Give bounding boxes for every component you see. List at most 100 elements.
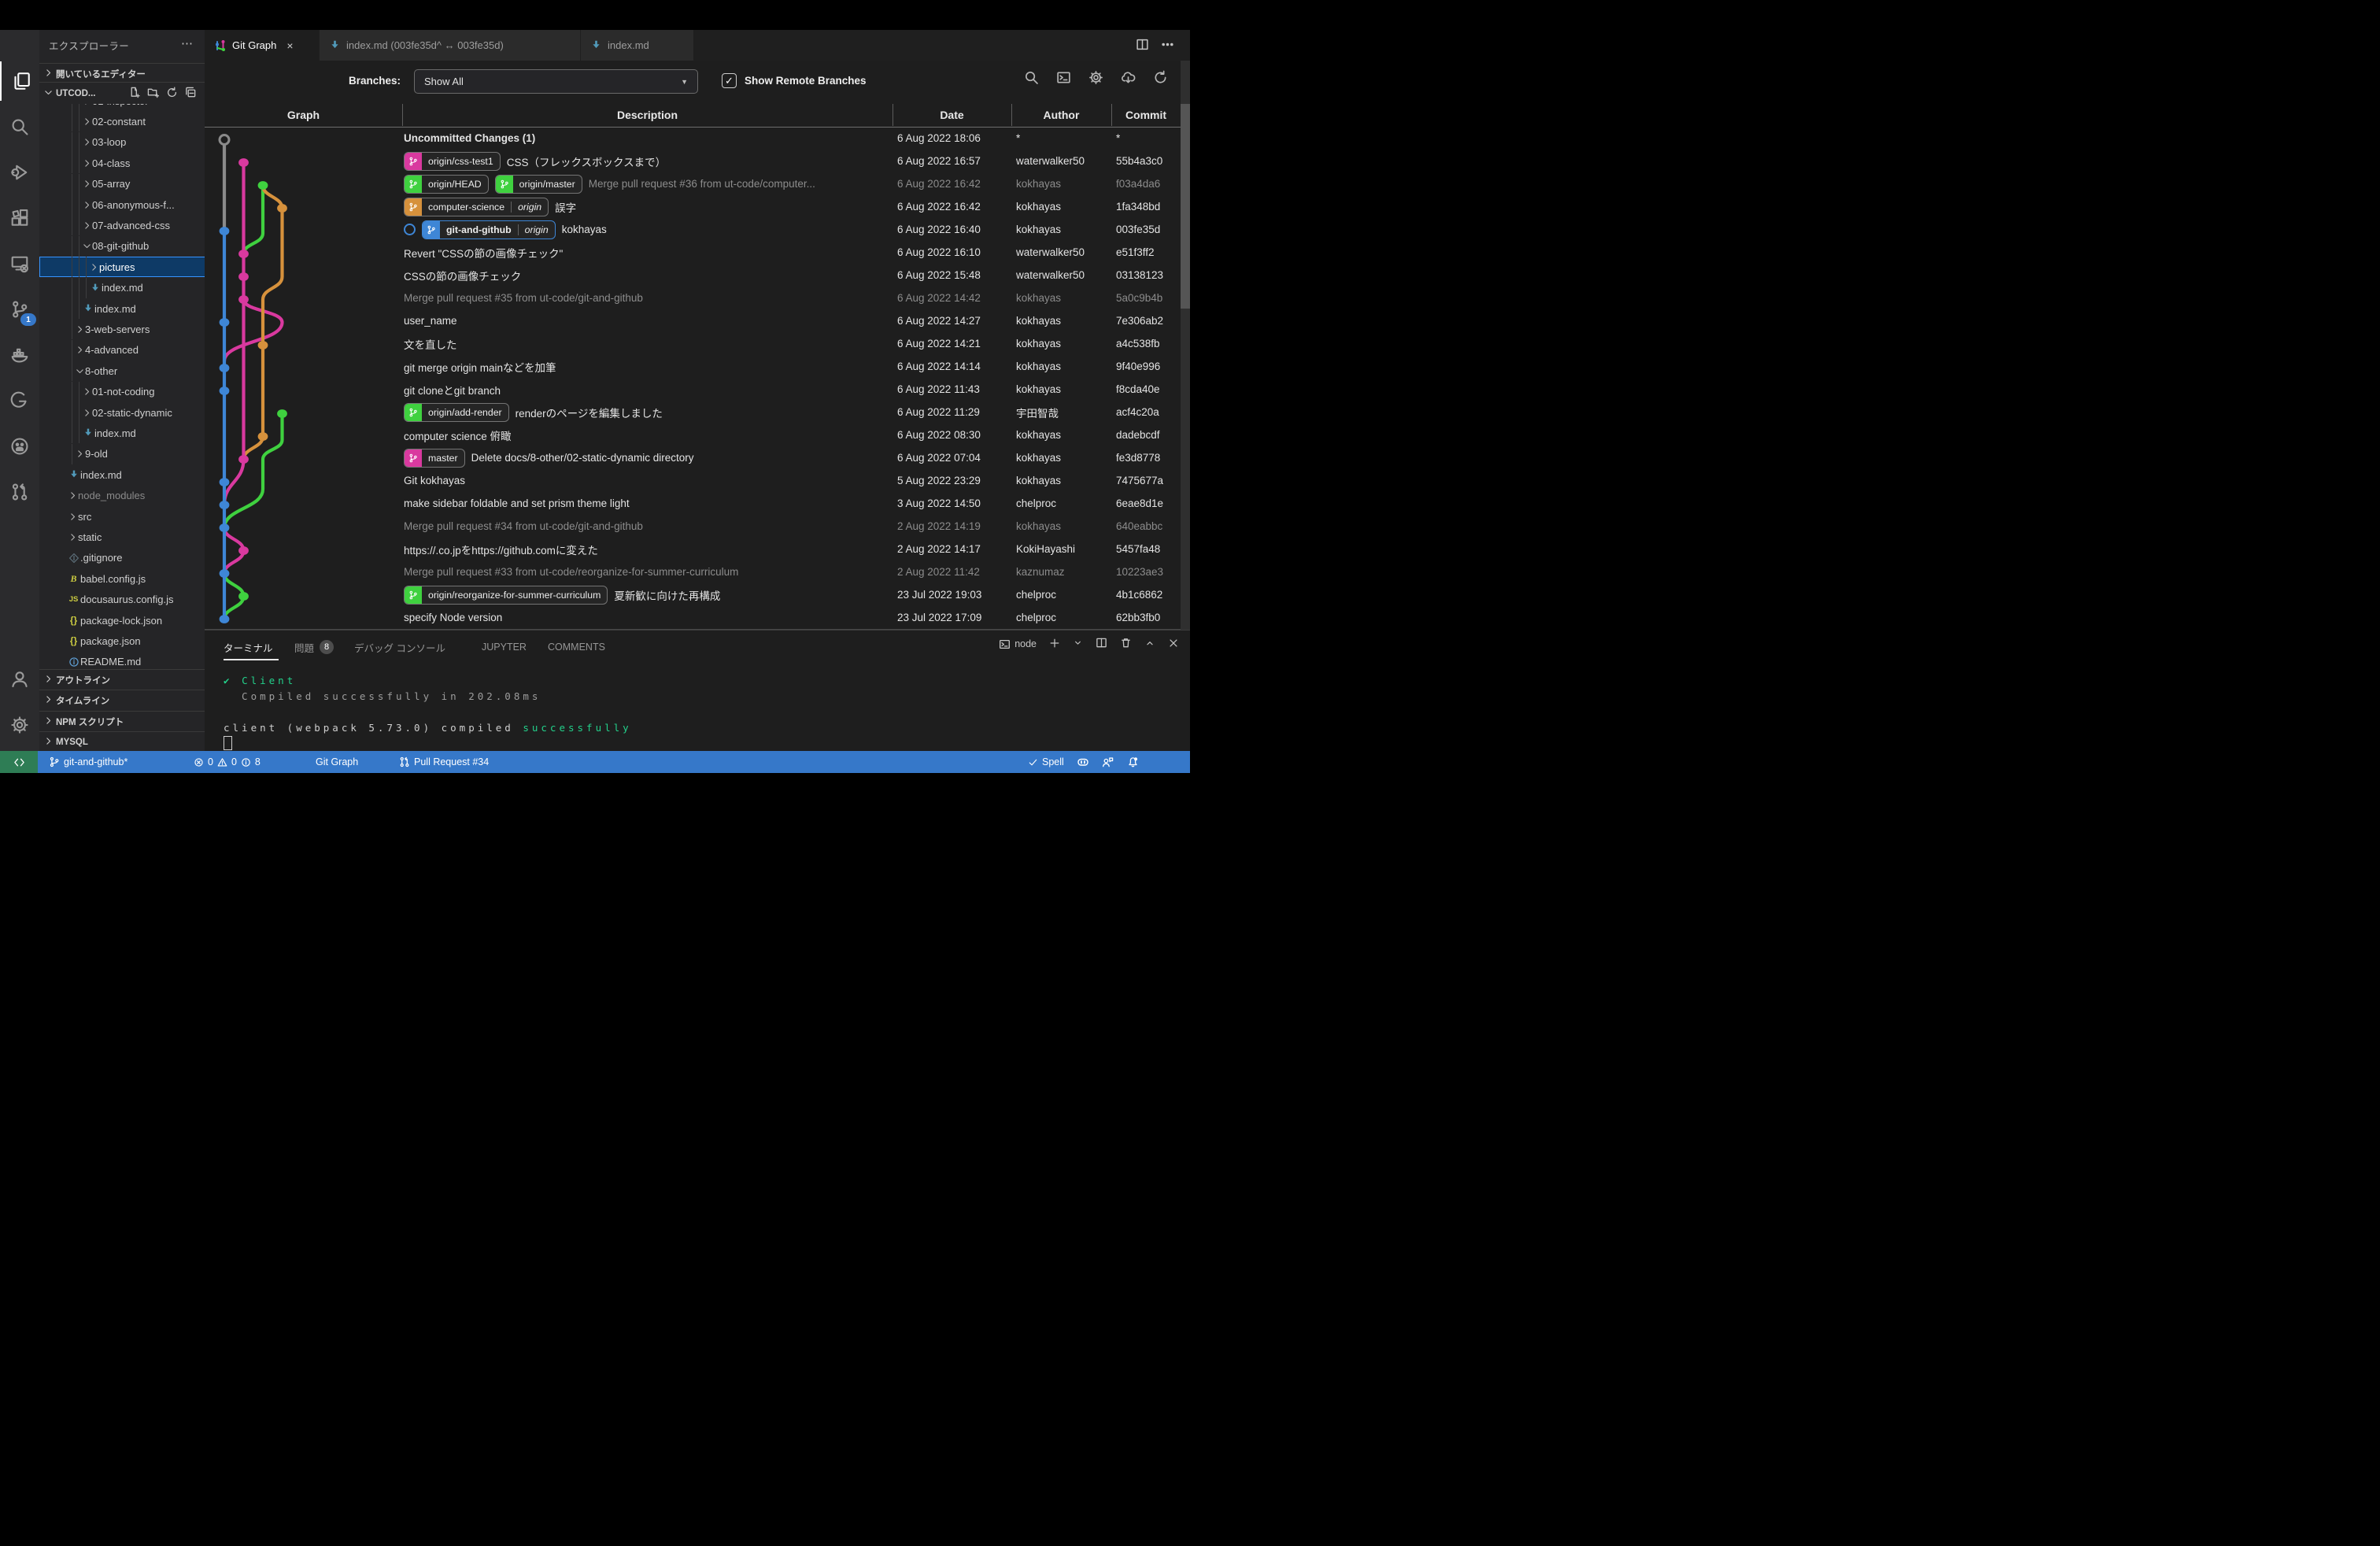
column-header-author[interactable]: Author [1011, 104, 1111, 126]
open-terminal-button[interactable] [1056, 70, 1071, 89]
editor-scrollbar-thumb[interactable] [1181, 104, 1190, 309]
collapse-folders-button[interactable] [185, 87, 197, 101]
tree-item[interactable]: 03-loop [39, 132, 205, 153]
activity-github[interactable] [0, 427, 39, 466]
notifications-bell[interactable] [1127, 751, 1139, 773]
branch-label[interactable]: git-and-github origin [422, 220, 556, 239]
branch-label[interactable]: master [404, 449, 465, 468]
branch-label[interactable]: origin/css-test1 [404, 152, 501, 171]
explorer-more-icon[interactable]: ⋯ [181, 36, 194, 50]
tab-1[interactable]: index.md (003fe35d^ ↔ 003fe35d) [320, 30, 580, 61]
branch-label[interactable]: origin/master [495, 175, 582, 194]
activity-settings-gear[interactable] [0, 705, 39, 745]
column-header-graph[interactable]: Graph [205, 104, 402, 126]
branch-label[interactable]: origin/reorganize-for-summer-curriculum [404, 586, 608, 605]
activity-account[interactable] [0, 660, 39, 699]
git-graph-settings-button[interactable] [1088, 70, 1103, 89]
shell-selector[interactable]: node [999, 638, 1037, 650]
tree-item[interactable]: index.md [39, 278, 205, 298]
workspace-section[interactable]: UTCOD... [39, 82, 205, 104]
activity-docker[interactable] [0, 335, 39, 375]
sidebar-section-0[interactable]: アウトライン [39, 669, 205, 690]
remote-explorer-icon [10, 254, 29, 273]
fetch-remote-button[interactable] [1121, 70, 1136, 89]
tree-item[interactable]: 3-web-servers [39, 319, 205, 339]
activity-run-debug[interactable] [0, 153, 39, 192]
panel-tab-2[interactable]: デバッグ コンソール [354, 637, 445, 657]
tree-item[interactable]: Bbabel.config.js [39, 568, 205, 589]
status-spell[interactable]: Spell [1028, 751, 1064, 773]
column-header-description[interactable]: Description [402, 104, 893, 126]
copilot-status[interactable] [1077, 751, 1089, 773]
close-icon[interactable]: × [286, 39, 293, 52]
tree-item[interactable]: {}package-lock.json [39, 610, 205, 631]
sidebar-section-1[interactable]: タイムライン [39, 690, 205, 711]
new-file-button[interactable] [128, 87, 140, 101]
tree-item[interactable]: pictures [39, 257, 205, 277]
kill-terminal-button[interactable] [1120, 637, 1132, 651]
tab-2[interactable]: index.md [581, 30, 693, 61]
feedback-button[interactable] [1102, 751, 1114, 773]
activity-gitlens[interactable] [0, 381, 39, 420]
tree-item[interactable]: 07-advanced-css [39, 215, 205, 235]
tree-item[interactable]: 02-static-dynamic [39, 402, 205, 423]
remote-indicator[interactable] [0, 751, 38, 773]
tree-item[interactable]: node_modules [39, 486, 205, 506]
tree-item[interactable]: index.md [39, 423, 205, 443]
terminal-dropdown-button[interactable] [1073, 638, 1083, 650]
column-header-date[interactable]: Date [893, 104, 1011, 126]
tree-item[interactable]: src [39, 506, 205, 527]
tree-item[interactable]: .gitignore [39, 548, 205, 568]
status-git-graph[interactable]: Git Graph [316, 751, 358, 773]
branch-label[interactable]: computer-science origin [404, 198, 549, 216]
close-panel-button[interactable] [1168, 638, 1179, 651]
activity-remote-explorer[interactable] [0, 244, 39, 283]
branches-dropdown[interactable]: Show All ▼ [414, 69, 698, 94]
new-terminal-button[interactable] [1049, 638, 1060, 651]
chevron-down-icon [82, 241, 92, 251]
panel-tab-0[interactable]: ターミナル [224, 637, 273, 657]
tree-item[interactable]: 05-array [39, 174, 205, 194]
show-remote-branches-checkbox[interactable]: ✓ [722, 73, 737, 88]
search-commits-button[interactable] [1024, 70, 1039, 89]
split-terminal-button[interactable] [1096, 637, 1107, 651]
tree-item[interactable]: 4-advanced [39, 340, 205, 361]
column-header-commit[interactable]: Commit [1111, 104, 1181, 126]
tree-item[interactable]: {}package.json [39, 631, 205, 651]
status-problems[interactable]: 0 0 8 [194, 751, 261, 773]
tree-item[interactable]: 01-not-coding [39, 382, 205, 402]
open-editors-section[interactable]: 開いているエディター [39, 63, 205, 84]
tree-item[interactable]: 08-git-github [39, 236, 205, 257]
split-editor-button[interactable] [1136, 38, 1149, 55]
panel-tab-3[interactable]: JUPYTER [482, 637, 527, 657]
new-folder-button[interactable] [147, 87, 159, 101]
refresh-graph-button[interactable] [1153, 70, 1168, 89]
tree-item[interactable]: 8-other [39, 361, 205, 381]
branch-label[interactable]: origin/HEAD [404, 175, 489, 194]
activity-files[interactable] [0, 61, 41, 101]
status-pull-request[interactable]: Pull Request #34 [399, 751, 489, 773]
panel-tab-1[interactable]: 問題 8 [294, 637, 334, 657]
tree-item[interactable]: 04-class [39, 153, 205, 173]
tree-item[interactable]: static [39, 527, 205, 547]
activity-pull-request[interactable] [0, 472, 39, 512]
activity-search[interactable] [0, 107, 39, 146]
tree-item[interactable]: JSdocusaurus.config.js [39, 590, 205, 610]
tree-item[interactable]: 06-anonymous-f... [39, 194, 205, 215]
tab-0[interactable]: Git Graph × [205, 30, 319, 61]
editor-more-actions[interactable] [1161, 38, 1174, 55]
tree-item[interactable]: 9-old [39, 444, 205, 464]
activity-extensions[interactable] [0, 198, 39, 238]
panel-tab-4[interactable]: COMMENTS [548, 637, 605, 657]
tree-item[interactable]: index.md [39, 464, 205, 485]
tree-item[interactable]: 01-inspector [39, 103, 205, 111]
branch-label[interactable]: origin/add-render [404, 403, 509, 422]
tree-item[interactable]: index.md [39, 298, 205, 319]
tree-item[interactable]: 02-constant [39, 111, 205, 131]
maximize-panel-button[interactable] [1144, 638, 1155, 651]
status-branch[interactable]: git-and-github* [49, 751, 128, 773]
activity-source-control[interactable]: 1 [0, 290, 39, 329]
refresh-explorer-button[interactable] [166, 87, 178, 101]
sidebar-section-3[interactable]: MYSQL [39, 731, 205, 751]
sidebar-section-2[interactable]: NPM スクリプト [39, 711, 205, 732]
